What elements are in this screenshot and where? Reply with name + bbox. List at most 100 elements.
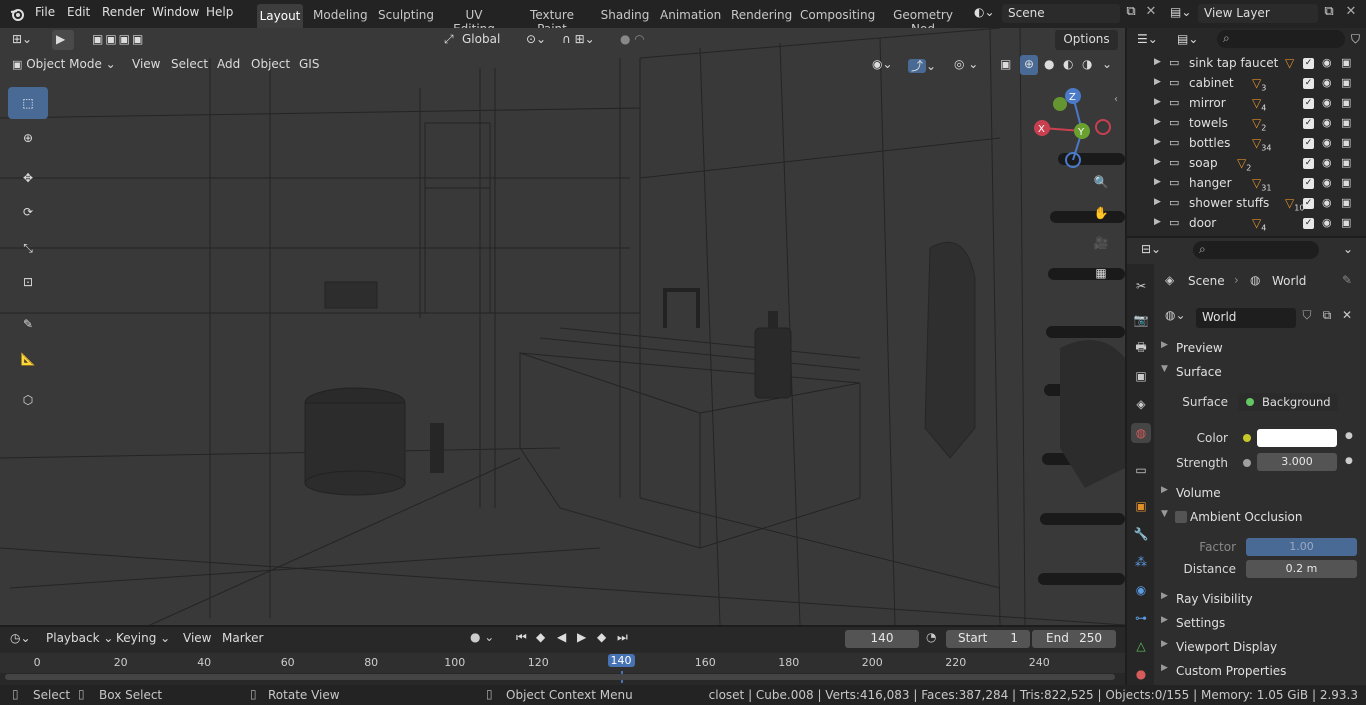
world-selector[interactable]: ◍⌄	[1165, 308, 1195, 328]
menu-keying[interactable]: Keying ⌄	[116, 631, 170, 645]
strength-keyframe-icon[interactable]: ●	[1345, 456, 1353, 466]
shading-options-icon[interactable]: ⌄	[1098, 55, 1114, 75]
scene-field[interactable]: Scene	[1002, 4, 1120, 23]
shading-material-icon[interactable]: ◐	[1059, 55, 1077, 75]
view-layer-icon[interactable]: ▤⌄	[1170, 5, 1194, 23]
view-layer-field[interactable]: View Layer	[1198, 4, 1318, 23]
unlink-world-icon[interactable]: ✕	[1338, 308, 1356, 328]
expand-arrow-icon[interactable]: ▶	[1154, 137, 1161, 147]
move-tool-icon[interactable]: ✥	[8, 162, 48, 194]
zoom-icon[interactable]: 🔍	[1088, 169, 1114, 195]
surface-shader-field[interactable]: Background	[1238, 393, 1338, 411]
tab-rendering[interactable]: Rendering	[731, 6, 792, 26]
factor-field[interactable]: 1.00	[1246, 538, 1357, 556]
snap-icon[interactable]: ∩ ⊞⌄	[558, 30, 608, 50]
end-frame-field[interactable]: End 250	[1032, 630, 1116, 648]
expand-arrow-icon[interactable]: ▶	[1154, 157, 1161, 167]
tab-tool-icon[interactable]: ✂	[1131, 276, 1151, 296]
new-scene-icon[interactable]: ⧉	[1122, 4, 1140, 22]
shading-rendered-icon[interactable]: ◑	[1078, 55, 1096, 75]
tab-texture-paint[interactable]: Texture Paint	[514, 6, 590, 36]
tab-output-icon[interactable]: 🖶	[1131, 338, 1151, 358]
pin-icon[interactable]: ✎	[1342, 273, 1352, 287]
select-tool-icon[interactable]: ▶	[52, 30, 74, 50]
outliner-row[interactable]: ▶ ▭ mirror ▽4 ✓ ◉ ▣	[1127, 94, 1366, 114]
display-mode-icon[interactable]: ▤⌄	[1177, 32, 1198, 46]
next-keyframe-icon[interactable]: ◆	[597, 630, 606, 644]
proportional-edit-icon[interactable]: ● ◠	[616, 30, 666, 50]
exclude-checkbox[interactable]: ✓	[1303, 78, 1314, 89]
selection-mode-icons[interactable]: ▣▣▣▣	[88, 30, 184, 50]
annotate-tool-icon[interactable]: ✎	[8, 308, 48, 340]
timeline-scrollbar[interactable]	[5, 674, 1115, 680]
camera-icon[interactable]: ▣	[1341, 116, 1351, 129]
expand-arrow-icon[interactable]: ▶	[1154, 77, 1161, 87]
tab-view-layer-icon[interactable]: ▣	[1131, 366, 1151, 386]
remove-scene-icon[interactable]: ✕	[1142, 4, 1160, 22]
outliner-row[interactable]: ▶ ▭ cabinet ▽3 ✓ ◉ ▣	[1127, 74, 1366, 94]
scale-tool-icon[interactable]: ⤡	[8, 232, 48, 264]
outliner-row[interactable]: ▶ ▭ hanger ▽31 ✓ ◉ ▣	[1127, 174, 1366, 194]
start-frame-field[interactable]: Start 1	[946, 630, 1030, 648]
exclude-checkbox[interactable]: ✓	[1303, 178, 1314, 189]
expand-arrow-icon[interactable]: ▶	[1154, 177, 1161, 187]
panel-volume[interactable]: ▶ Volume	[1155, 484, 1363, 506]
outliner-editor-icon[interactable]: ☰⌄	[1137, 32, 1158, 46]
outliner-item-name[interactable]: bottles	[1189, 136, 1230, 150]
exclude-checkbox[interactable]: ✓	[1303, 118, 1314, 129]
camera-icon[interactable]: ▣	[1341, 196, 1351, 209]
orientation-icon[interactable]: ⤢	[440, 30, 460, 50]
shading-solid-icon[interactable]: ●	[1040, 55, 1058, 75]
blender-logo-icon[interactable]	[9, 6, 25, 22]
exclude-checkbox[interactable]: ✓	[1303, 198, 1314, 209]
color-keyframe-icon[interactable]: ●	[1345, 431, 1353, 441]
fake-user-icon[interactable]: ⛉	[1298, 308, 1316, 328]
camera-view-icon[interactable]: 🎥	[1088, 230, 1114, 256]
eye-icon[interactable]: ◉	[1322, 196, 1332, 209]
outliner-row[interactable]: ▶ ▭ shower stuffs ▽10 ✓ ◉ ▣	[1127, 194, 1366, 214]
eye-icon[interactable]: ◉	[1322, 216, 1332, 229]
menu-gis[interactable]: GIS	[295, 55, 323, 75]
eye-icon[interactable]: ◉	[1322, 56, 1332, 69]
menu-view[interactable]: View	[183, 631, 211, 645]
eye-icon[interactable]: ◉	[1322, 156, 1332, 169]
tab-world-icon[interactable]: ◍	[1131, 423, 1151, 443]
perspective-toggle-icon[interactable]: ▦	[1088, 260, 1114, 286]
tab-particles-icon[interactable]: ⁂	[1131, 552, 1151, 572]
measure-tool-icon[interactable]: 📐	[8, 343, 48, 375]
panel-ray-visibility[interactable]: ▶ Ray Visibility	[1155, 590, 1363, 612]
camera-icon[interactable]: ▣	[1341, 176, 1351, 189]
distance-field[interactable]: 0.2 m	[1246, 560, 1357, 578]
exclude-checkbox[interactable]: ✓	[1303, 98, 1314, 109]
properties-search[interactable]: ⌕	[1193, 241, 1319, 259]
visibility-icon[interactable]: ◉⌄	[868, 55, 898, 75]
tab-physics-icon[interactable]: ◉	[1131, 580, 1151, 600]
menu-object[interactable]: Object	[247, 55, 294, 75]
tab-layout[interactable]: Layout	[257, 4, 303, 28]
tab-modifier-icon[interactable]: 🔧	[1131, 524, 1151, 544]
outliner-row[interactable]: ▶ ▭ bottles ▽34 ✓ ◉ ▣	[1127, 134, 1366, 154]
tab-material-icon[interactable]: ●	[1131, 664, 1151, 684]
outliner-search[interactable]: ⌕	[1217, 30, 1345, 48]
menu-edit[interactable]: Edit	[67, 5, 90, 19]
jump-start-icon[interactable]: ⏮	[516, 630, 527, 645]
shading-wireframe-icon[interactable]: ⊕	[1020, 55, 1038, 75]
tab-collection-icon[interactable]: ▭	[1131, 460, 1151, 480]
cursor-tool-icon[interactable]: ⊕	[8, 122, 48, 154]
tab-shading[interactable]: Shading	[600, 6, 650, 26]
expand-arrow-icon[interactable]: ▶	[1154, 57, 1161, 67]
filter-icon[interactable]: ⛉	[1351, 32, 1360, 47]
tab-object-icon[interactable]: ▣	[1131, 496, 1151, 516]
camera-icon[interactable]: ▣	[1341, 136, 1351, 149]
tab-constraints-icon[interactable]: ⊶	[1131, 608, 1151, 628]
duplicate-world-icon[interactable]: ⧉	[1318, 308, 1336, 328]
timeline-editor-icon[interactable]: ◷⌄	[10, 631, 31, 645]
tab-modeling[interactable]: Modeling	[313, 6, 368, 26]
outliner-row[interactable]: ▶ ▭ towels ▽2 ✓ ◉ ▣	[1127, 114, 1366, 134]
exclude-checkbox[interactable]: ✓	[1303, 138, 1314, 149]
camera-icon[interactable]: ▣	[1341, 76, 1351, 89]
navigation-gizmo[interactable]: Z X Y	[1030, 86, 1115, 171]
prev-keyframe-icon[interactable]: ◆	[536, 630, 545, 644]
outliner-item-name[interactable]: door	[1189, 216, 1216, 230]
select-box-tool-icon[interactable]: ⬚	[8, 87, 48, 119]
